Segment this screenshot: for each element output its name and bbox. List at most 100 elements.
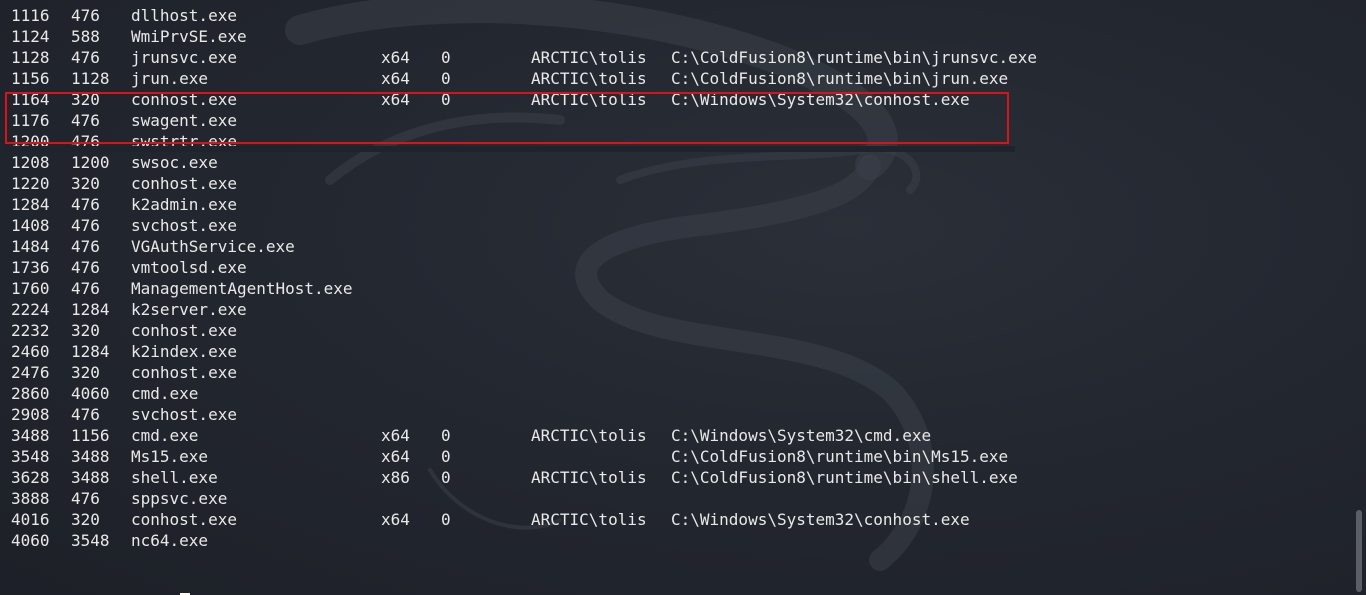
process-ppid: 476	[71, 279, 100, 298]
process-row: 2460 1284 k2index.exe	[0, 341, 1350, 362]
process-ppid: 3488	[71, 468, 110, 487]
process-ppid: 588	[71, 27, 100, 46]
process-user: ARCTIC\tolis	[531, 468, 647, 487]
process-user: ARCTIC\tolis	[531, 48, 647, 67]
process-row: 1176 476 swagent.exe	[0, 110, 1350, 131]
process-name: Ms15.exe	[131, 447, 209, 466]
process-ppid: 476	[71, 489, 100, 508]
process-pid: 3628	[11, 468, 50, 487]
process-row: 1484 476 VGAuthService.exe	[0, 236, 1350, 257]
process-path: C:\ColdFusion8\runtime\bin\shell.exe	[671, 468, 1018, 487]
process-pid: 3548	[11, 447, 50, 466]
process-pid: 2232	[11, 321, 50, 340]
process-row: 3628 3488 shell.exe x86 0 ARCTIC\tolis C:\Cold…	[0, 467, 1350, 488]
command-prompt[interactable]: meterpreter >	[1, 571, 191, 595]
process-pid: 1760	[11, 279, 50, 298]
process-name: WmiPrvSE.exe	[131, 27, 247, 46]
process-name: k2server.exe	[131, 300, 247, 319]
process-pid: 4060	[11, 531, 50, 550]
process-arch: x64	[381, 426, 410, 445]
process-name: VGAuthService.exe	[131, 237, 295, 256]
process-name: sppsvc.exe	[131, 489, 228, 508]
process-row: 1736 476 vmtoolsd.exe	[0, 257, 1350, 278]
process-ppid: 476	[71, 216, 100, 235]
process-row: 3888 476 sppsvc.exe	[0, 488, 1350, 509]
process-row: 1156 1128 jrun.exe x64 0 ARCTIC\tolis C:\ColdF…	[0, 68, 1350, 89]
process-ppid: 476	[71, 6, 100, 25]
process-session: 0	[441, 426, 451, 445]
process-ppid: 1200	[71, 153, 110, 172]
process-ppid: 320	[71, 90, 100, 109]
process-pid: 2908	[11, 405, 50, 424]
process-row: 1408 476 svchost.exe	[0, 215, 1350, 236]
process-name: swsoc.exe	[131, 153, 218, 172]
process-ppid: 476	[71, 111, 100, 130]
process-arch: x64	[381, 447, 410, 466]
process-ppid: 320	[71, 174, 100, 193]
process-pid: 1736	[11, 258, 50, 277]
process-pid: 1176	[11, 111, 50, 130]
process-name: k2admin.exe	[131, 195, 237, 214]
process-user: ARCTIC\tolis	[531, 510, 647, 529]
process-row: 1208 1200 swsoc.exe	[0, 152, 1350, 173]
process-path: C:\ColdFusion8\runtime\bin\Ms15.exe	[671, 447, 1009, 466]
process-ppid: 476	[71, 48, 100, 67]
process-pid: 2460	[11, 342, 50, 361]
process-name: vmtoolsd.exe	[131, 258, 247, 277]
process-pid: 4016	[11, 510, 50, 529]
process-arch: x64	[381, 69, 410, 88]
process-row: 1284 476 k2admin.exe	[0, 194, 1350, 215]
process-ppid: 320	[71, 321, 100, 340]
process-pid: 3488	[11, 426, 50, 445]
terminal-window[interactable]: 1116 476 dllhost.exe 1124 588 WmiPrvSE.exe 112…	[0, 0, 1366, 595]
process-ppid: 476	[71, 237, 100, 256]
process-row: 1124 588 WmiPrvSE.exe	[0, 26, 1350, 47]
process-row: 3488 1156 cmd.exe x64 0 ARCTIC\tolis C:\Window…	[0, 425, 1350, 446]
process-name: swagent.exe	[131, 111, 237, 130]
process-name: ManagementAgentHost.exe	[131, 279, 353, 298]
scrollbar[interactable]	[1354, 0, 1364, 595]
process-ppid: 1128	[71, 69, 110, 88]
process-path: C:\Windows\System32\conhost.exe	[671, 90, 970, 109]
process-row: 1128 476 jrunsvc.exe x64 0 ARCTIC\tolis C:\Col…	[0, 47, 1350, 68]
process-user: ARCTIC\tolis	[531, 69, 647, 88]
process-path: C:\ColdFusion8\runtime\bin\jrun.exe	[671, 69, 1009, 88]
process-name: jrun.exe	[131, 69, 209, 88]
process-pid: 1116	[11, 6, 50, 25]
highlight-clip-region	[5, 146, 1015, 152]
process-name: jrunsvc.exe	[131, 48, 237, 67]
scrollbar-thumb[interactable]	[1356, 510, 1362, 592]
process-name: cmd.exe	[131, 384, 199, 403]
process-name: svchost.exe	[131, 216, 237, 235]
process-row: 1220 320 conhost.exe	[0, 173, 1350, 194]
process-ppid: 3488	[71, 447, 110, 466]
process-arch: x86	[381, 468, 410, 487]
process-pid: 2476	[11, 363, 50, 382]
process-pid: 1408	[11, 216, 50, 235]
process-ppid: 320	[71, 510, 100, 529]
process-user: ARCTIC\tolis	[531, 90, 647, 109]
process-session: 0	[441, 69, 451, 88]
process-row: 4060 3548 nc64.exe	[0, 530, 1350, 551]
process-row: 3548 3488 Ms15.exe x64 0 C:\ColdFusion8\runti…	[0, 446, 1350, 467]
process-session: 0	[441, 510, 451, 529]
process-name: conhost.exe	[131, 510, 237, 529]
process-name: dllhost.exe	[131, 6, 237, 25]
process-pid: 1208	[11, 153, 50, 172]
process-pid: 1124	[11, 27, 50, 46]
process-name: nc64.exe	[131, 531, 209, 550]
process-name: cmd.exe	[131, 426, 199, 445]
process-session: 0	[441, 447, 451, 466]
process-session: 0	[441, 90, 451, 109]
process-path: C:\Windows\System32\conhost.exe	[671, 510, 970, 529]
process-pid: 1284	[11, 195, 50, 214]
process-pid: 1164	[11, 90, 50, 109]
process-pid: 2860	[11, 384, 50, 403]
process-name: conhost.exe	[131, 321, 237, 340]
process-name: k2index.exe	[131, 342, 237, 361]
process-ppid: 4060	[71, 384, 110, 403]
process-arch: x64	[381, 48, 410, 67]
process-session: 0	[441, 48, 451, 67]
process-ppid: 320	[71, 363, 100, 382]
process-pid: 1220	[11, 174, 50, 193]
